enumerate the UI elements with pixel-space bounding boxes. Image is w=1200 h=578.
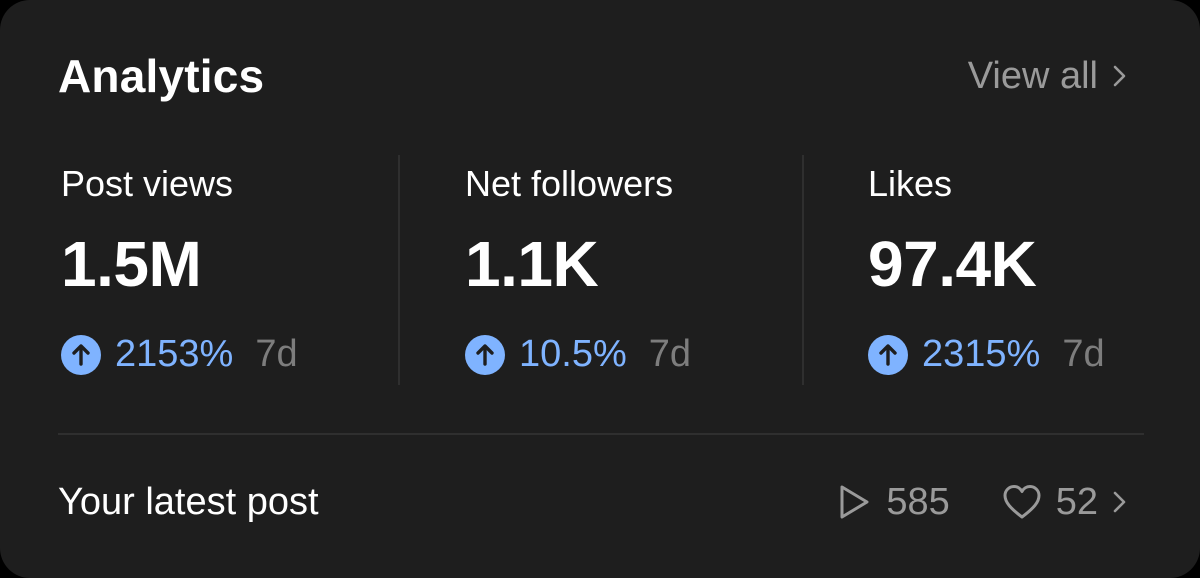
plays-count: 585: [886, 480, 950, 523]
stat-change: 2153% 7d: [61, 333, 298, 376]
latest-post-metrics[interactable]: 585 52: [836, 481, 1130, 524]
analytics-card: Analytics View all Post views 1.5M 2153%…: [0, 0, 1200, 578]
stats-row: Post views 1.5M 2153% 7d Net followers 1…: [0, 155, 1200, 385]
stat-change-percent: 2315%: [922, 333, 1041, 375]
stat-label: Post views: [61, 163, 234, 204]
chevron-right-icon: [1113, 65, 1126, 87]
plays-metric: 585: [836, 480, 950, 524]
heart-icon: [1003, 485, 1041, 519]
stat-net-followers[interactable]: Net followers 1.1K 10.5% 7d: [465, 155, 795, 385]
stat-label: Net followers: [465, 163, 674, 204]
stat-divider: [398, 155, 400, 385]
stat-change-period: 7d: [255, 333, 298, 375]
stat-divider: [802, 155, 804, 385]
stat-label: Likes: [868, 163, 953, 204]
view-all-link[interactable]: View all: [968, 55, 1130, 98]
stat-change-percent: 10.5%: [519, 333, 627, 375]
stat-change: 10.5% 7d: [465, 333, 691, 376]
stat-likes[interactable]: Likes 97.4K 2315% 7d: [868, 155, 1168, 385]
likes-metric: 52: [1002, 481, 1098, 524]
section-divider: [58, 433, 1144, 435]
view-all-label: View all: [967, 54, 1098, 97]
stat-post-views[interactable]: Post views 1.5M 2153% 7d: [61, 155, 391, 385]
stat-value: 1.1K: [465, 228, 599, 300]
stat-change-period: 7d: [648, 333, 692, 375]
likes-count: 52: [1055, 480, 1098, 523]
stat-value: 1.5M: [61, 228, 202, 300]
card-header: Analytics View all: [58, 46, 1130, 106]
latest-post-row[interactable]: Your latest post 585 52: [58, 470, 1130, 534]
arrow-up-circle-icon: [868, 334, 908, 375]
stat-change-period: 7d: [1062, 333, 1105, 375]
play-icon: [840, 485, 869, 519]
arrow-up-circle-icon: [465, 334, 505, 375]
card-title: Analytics: [58, 50, 265, 102]
stat-change-percent: 2153%: [115, 333, 234, 375]
chevron-right-icon: [1113, 491, 1126, 513]
stat-change: 2315% 7d: [868, 333, 1105, 376]
latest-post-label: Your latest post: [58, 480, 319, 523]
arrow-up-circle-icon: [61, 334, 101, 375]
stat-value: 97.4K: [868, 228, 1037, 300]
